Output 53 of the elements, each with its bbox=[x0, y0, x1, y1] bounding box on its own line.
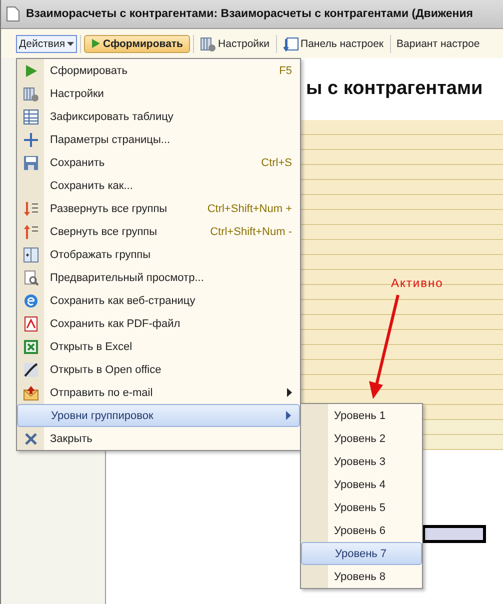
window-title: Взаиморасчеты с контрагентами: Взаиморасчеты с контрагентами (Движения bbox=[26, 8, 474, 20]
menu-item-icon bbox=[22, 430, 38, 446]
menu-item[interactable]: Сохранить как веб-страницу bbox=[17, 289, 300, 312]
menu-item[interactable]: Отображать группы bbox=[17, 243, 300, 266]
menu-item[interactable]: Уровень 3 bbox=[301, 450, 422, 473]
menu-item-icon bbox=[22, 316, 38, 332]
menu-item[interactable]: Уровень 7 bbox=[301, 542, 422, 565]
menu-item[interactable]: Предварительный просмотр... bbox=[17, 266, 300, 289]
menu-item[interactable]: Уровень 8 bbox=[301, 565, 422, 588]
menu-item[interactable]: Настройки bbox=[17, 82, 300, 105]
menu-item[interactable]: Сохранить Ctrl+S bbox=[17, 151, 300, 174]
menu-item[interactable]: Уровень 5 bbox=[301, 496, 422, 519]
menu-item[interactable]: Уровни группировок bbox=[17, 404, 300, 427]
menu-item-icon bbox=[22, 338, 38, 354]
menu-item[interactable]: Зафиксировать таблицу bbox=[17, 105, 300, 128]
menu-item-icon bbox=[22, 154, 38, 170]
menu-item[interactable]: Сформировать F5 bbox=[17, 59, 300, 82]
menu-item[interactable]: Уровень 4 bbox=[301, 473, 422, 496]
menu-item[interactable]: Параметры страницы... bbox=[17, 128, 300, 151]
document-icon bbox=[6, 6, 20, 22]
menu-item[interactable]: Свернуть все группы Ctrl+Shift+Num - bbox=[17, 220, 300, 243]
menu-item-icon bbox=[22, 108, 38, 124]
menu-item[interactable]: Сохранить как... bbox=[17, 174, 300, 197]
menu-item[interactable]: Уровень 2 bbox=[301, 427, 422, 450]
panel-icon bbox=[282, 36, 299, 52]
menu-item-icon bbox=[22, 224, 38, 240]
menu-item-icon bbox=[22, 132, 38, 148]
toolbar-button[interactable]: Вариант настрое bbox=[394, 34, 483, 52]
menu-item[interactable]: Закрыть bbox=[17, 427, 300, 450]
caret-icon bbox=[67, 42, 74, 46]
annotation-label: Активно bbox=[391, 276, 444, 290]
selected-cell bbox=[422, 525, 486, 543]
menu-item-icon bbox=[22, 384, 38, 400]
menu-item[interactable]: Отправить по e-mail bbox=[17, 381, 300, 404]
toolbar-button[interactable]: Панель настроек bbox=[280, 32, 387, 54]
menu-item-icon bbox=[22, 246, 38, 262]
menu-item-icon bbox=[22, 292, 38, 308]
menu-item[interactable]: Уровень 6 bbox=[301, 519, 422, 542]
menu-item[interactable]: Сохранить как PDF-файл bbox=[17, 312, 300, 335]
settings-icon bbox=[200, 36, 216, 52]
menu-item[interactable]: Уровень 1 bbox=[301, 404, 422, 427]
menu-item[interactable]: Развернуть все группы Ctrl+Shift+Num + bbox=[17, 197, 300, 220]
actions-menu-button[interactable]: Действия bbox=[16, 34, 78, 52]
toolbar-button[interactable]: Настройки bbox=[197, 32, 273, 54]
menu-item-icon bbox=[22, 86, 38, 102]
menu-item-icon bbox=[22, 270, 38, 286]
report-title: ы с контрагентами bbox=[306, 78, 483, 100]
menu-item-icon bbox=[22, 362, 38, 378]
toolbar-button[interactable]: Сформировать bbox=[84, 34, 190, 52]
menu-item[interactable]: Открыть в Open office bbox=[17, 358, 300, 381]
menu-item-icon bbox=[22, 200, 38, 216]
play-icon bbox=[91, 38, 102, 49]
menu-item[interactable]: Открыть в Excel bbox=[17, 335, 300, 358]
